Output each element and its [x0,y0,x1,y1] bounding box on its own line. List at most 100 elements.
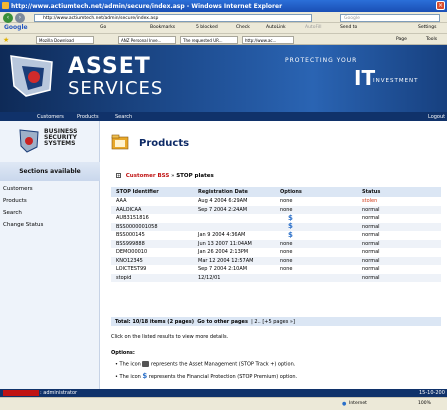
table-row[interactable]: AAA Aug 4 2004 6:29AM none stolen [111,197,441,206]
cell-stop-id: AUB3151816 [111,214,193,223]
cell-status: stolen [357,197,441,206]
sidebar-item-products[interactable]: Products [3,198,27,204]
table-row[interactable]: LOICTEST99 Sep 7 2004 2:10AM none normal [111,265,441,274]
google-toolbar [0,23,447,34]
table-row[interactable]: stopid 12/12/01 normal [111,273,441,282]
sidebar-item-customers[interactable]: Customers [3,186,33,192]
premium-dollar-icon: $ [142,372,148,380]
sidebar-item-change-status[interactable]: Change Status [3,222,43,228]
globe-icon: ● [342,401,347,407]
col-stop-identifier[interactable]: STOP Identifier [111,187,193,197]
cell-stop-id: BSS999888 [111,239,193,248]
table-row[interactable]: DEMO00010 Jan 26 2004 2:13PM none normal [111,248,441,257]
option-1-pre: The icon [119,361,141,368]
star-icon[interactable]: ★ [3,36,9,44]
settings-button[interactable]: Settings [418,25,436,30]
products-folder-icon [111,134,129,150]
tab-anz[interactable]: ANZ Personal Inve... [118,36,176,44]
cell-stop-id: AAA [111,197,193,206]
cell-status: normal [357,205,441,214]
col-status[interactable]: Status [357,187,441,197]
option-line-premium: • The icon $ represents the Financial Pr… [115,372,298,380]
menu-search[interactable]: Search [115,114,132,120]
tab-actiumtech[interactable]: http://www.ac... [242,36,294,44]
pager-total: Total: 10/18 items (2 pages) [115,319,194,325]
cell-stop-id: BSS0000001058 [111,222,193,231]
table-row[interactable]: BSS0000001058 $ normal [111,222,441,231]
sidebar-item-search[interactable]: Search [3,210,22,216]
address-input[interactable]: http://www.actiumtech.net/admin/secure/i… [34,14,312,22]
autofill-button[interactable]: AutoFill [305,25,321,30]
banner-asset: ASSET [68,54,151,79]
cell-registration-date [193,214,275,223]
table-row[interactable]: AALOICAA Sep 7 2004 2:24AM none normal [111,205,441,214]
cell-option: none [275,265,357,274]
check-button[interactable]: Check [236,25,250,30]
logout-link[interactable]: Logout [428,114,445,120]
footer-user: : administrator [40,390,78,396]
search-input[interactable]: Google [340,14,440,22]
asset-services-logo [10,55,53,97]
options-heading: Options: [111,350,135,356]
cell-registration-date: Aug 4 2004 6:29AM [193,197,275,206]
table-row[interactable]: AUB3151816 $ normal [111,214,441,223]
results-hint: Click on the listed results to view more… [111,334,229,340]
go-button[interactable]: Go [100,25,106,30]
premium-dollar-icon: $ [288,230,293,239]
track-plus-icon [142,361,150,367]
window-title: http://www.actiumtech.net/admin/secure/i… [0,0,447,12]
col-registration-date[interactable]: Registration Date [193,187,275,197]
cell-option: $ [275,231,357,240]
cell-stop-id: DEMO00010 [111,248,193,257]
back-icon[interactable]: ‹ [3,13,13,23]
cell-status: normal [357,231,441,240]
send-to-button[interactable]: Send to [340,25,357,30]
expand-icon[interactable]: + [116,173,121,178]
option-1-post: represents the Asset Management (STOP Tr… [151,361,296,368]
cell-stop-id: BSS000145 [111,231,193,240]
cell-status: normal [357,265,441,274]
menu-customers[interactable]: Customers [37,114,64,120]
zoom-level[interactable]: 100% [418,401,431,406]
bss-line-3: SYSTEMS [44,140,76,147]
menu-products[interactable]: Products [77,114,99,120]
close-icon[interactable]: × [436,1,445,10]
tab-mozilla-download[interactable]: Mozilla Download [36,36,94,44]
forward-icon[interactable]: › [15,13,25,23]
banner-it: IT [354,66,376,90]
cell-status: normal [357,222,441,231]
cell-option: none [275,205,357,214]
cell-stop-id: KNO12345 [111,256,193,265]
popup-blocked-button[interactable]: 5 blocked [196,25,218,30]
cell-registration-date: Sep 7 2004 2:24AM [193,205,275,214]
autolink-button[interactable]: AutoLink [266,25,286,30]
option-line-track: • The icon represents the Asset Manageme… [115,361,296,368]
premium-dollar-icon: $ [288,213,293,222]
page-menu[interactable]: Page [396,37,407,42]
cell-registration-date: 12/12/01 [193,273,275,282]
ie-icon [2,2,9,9]
crumb-customer-link[interactable]: Customer BSS [126,173,170,179]
option-2-pre: The icon [119,374,141,380]
bookmarks-button[interactable]: Bookmarks [150,25,175,30]
cell-option [275,273,357,282]
bss-shield-icon [19,129,39,153]
pager-links[interactable]: | 2.. [+5 pages »] [251,319,295,325]
table-row[interactable]: BSS999888 Jun 13 2007 11:04AM none normal [111,239,441,248]
table-row[interactable]: BSS000145 Jan 9 2004 4:36AM $ normal [111,231,441,240]
footer-user-badge [3,390,39,396]
table-row[interactable]: KNO12345 Mar 12 2004 12:57AM none normal [111,256,441,265]
footer-date: 15-10-200 [419,390,445,396]
tab-requested-url[interactable]: The requested UR... [180,36,238,44]
cell-stop-id: stopid [111,273,193,282]
pager-goto: Go to other pages [197,319,248,325]
pager: Total: 10/18 items (2 pages) Go to other… [111,317,441,326]
banner-protecting: PROTECTING YOUR [285,57,358,64]
col-options[interactable]: Options [275,187,357,197]
cell-registration-date: Mar 12 2004 12:57AM [193,256,275,265]
table-header-row: STOP Identifier Registration Date Option… [111,187,441,197]
cell-status: normal [357,214,441,223]
cell-option: none [275,197,357,206]
browser-status-bar [0,397,447,410]
tools-menu[interactable]: Tools [426,37,437,42]
